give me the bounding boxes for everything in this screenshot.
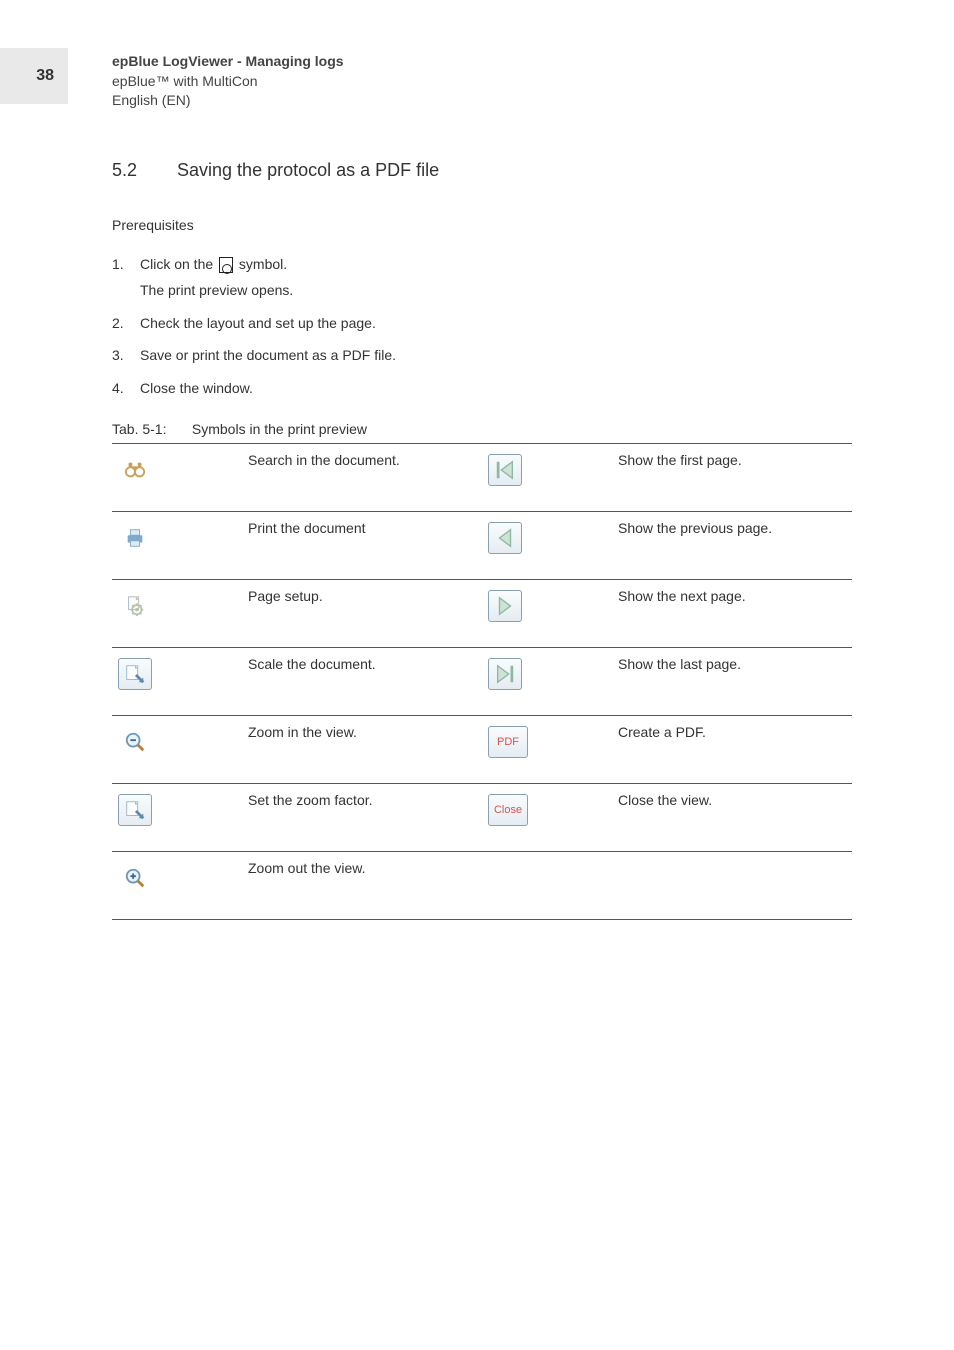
page-header: epBlue LogViewer - Managing logs epBlue™… [112, 52, 344, 111]
step-number: 3. [112, 344, 140, 366]
page-number: 38 [0, 48, 68, 104]
step-text: Close the window. [140, 377, 852, 399]
left-icon-cell [112, 443, 242, 511]
prerequisites-label: Prerequisites [112, 217, 852, 233]
left-desc-cell: Print the document [242, 511, 482, 579]
table-row: Print the document Show the previous page… [112, 511, 852, 579]
left-icon-cell [112, 647, 242, 715]
left-desc-cell: Search in the document. [242, 443, 482, 511]
scale-doc-icon [118, 658, 152, 690]
left-icon-cell [112, 511, 242, 579]
table-row: Zoom in the view.PDF Create a PDF. [112, 715, 852, 783]
right-desc-cell: Create a PDF. [612, 715, 852, 783]
step-2: 2. Check the layout and set up the page. [112, 312, 852, 334]
header-title: epBlue LogViewer - Managing logs [112, 52, 344, 72]
step-1: 1. Click on the symbol. The print previe… [112, 253, 852, 302]
step-3: 3. Save or print the document as a PDF f… [112, 344, 852, 366]
step-number: 2. [112, 312, 140, 334]
table-row: Scale the document. Show the last page. [112, 647, 852, 715]
zoom-factor-icon [118, 794, 152, 826]
zoom-out-icon [118, 862, 152, 894]
left-desc-cell: Page setup. [242, 579, 482, 647]
table-row: Page setup. Show the next page. [112, 579, 852, 647]
step-text: Check the layout and set up the page. [140, 312, 852, 334]
steps-list: 1. Click on the symbol. The print previe… [112, 253, 852, 399]
right-icon-cell [482, 443, 612, 511]
table-caption-label: Tab. 5-1: [112, 421, 188, 437]
pdf-button-icon: PDF [488, 726, 528, 758]
left-icon-cell [112, 579, 242, 647]
printer-icon [118, 522, 152, 554]
page: 38 epBlue LogViewer - Managing logs epBl… [0, 0, 954, 1350]
page-setup-icon [118, 590, 152, 622]
nav-next-icon [488, 590, 522, 622]
step-subtext: The print preview opens. [140, 279, 852, 301]
step-4: 4. Close the window. [112, 377, 852, 399]
right-icon-cell [482, 579, 612, 647]
magnify-page-icon [219, 257, 233, 273]
nav-last-icon [488, 658, 522, 690]
left-desc-cell: Set the zoom factor. [242, 783, 482, 851]
table-row: Zoom out the view. [112, 851, 852, 919]
left-desc-cell: Scale the document. [242, 647, 482, 715]
step-number: 4. [112, 377, 140, 399]
close-button-icon: Close [488, 794, 528, 826]
right-icon-cell [482, 647, 612, 715]
nav-first-icon [488, 454, 522, 486]
symbols-table: Search in the document. Show the first pa… [112, 443, 852, 920]
content: 5.2 Saving the protocol as a PDF file Pr… [112, 160, 852, 920]
table-row: Set the zoom factor.Close Close the view. [112, 783, 852, 851]
left-icon-cell [112, 851, 242, 919]
left-desc-cell: Zoom in the view. [242, 715, 482, 783]
right-icon-cell: Close [482, 783, 612, 851]
header-language: English (EN) [112, 91, 344, 111]
right-icon-cell: PDF [482, 715, 612, 783]
right-desc-cell: Show the first page. [612, 443, 852, 511]
left-icon-cell [112, 783, 242, 851]
table-row: Search in the document. Show the first pa… [112, 443, 852, 511]
nav-prev-icon [488, 522, 522, 554]
right-icon-cell [482, 511, 612, 579]
step-text: Save or print the document as a PDF file… [140, 344, 852, 366]
table-caption: Tab. 5-1: Symbols in the print preview [112, 421, 852, 437]
right-desc-cell [612, 851, 852, 919]
zoom-in-icon [118, 726, 152, 758]
section-title: Saving the protocol as a PDF file [177, 160, 439, 180]
left-desc-cell: Zoom out the view. [242, 851, 482, 919]
section-number: 5.2 [112, 160, 172, 181]
right-desc-cell: Close the view. [612, 783, 852, 851]
binoculars-icon [118, 454, 152, 486]
table-caption-text: Symbols in the print preview [192, 421, 367, 437]
step-text-after: symbol. [235, 256, 287, 272]
header-subtitle: epBlue™ with MultiCon [112, 72, 344, 92]
section-heading: 5.2 Saving the protocol as a PDF file [112, 160, 852, 181]
step-text: Click on the [140, 256, 217, 272]
step-number: 1. [112, 253, 140, 302]
right-desc-cell: Show the last page. [612, 647, 852, 715]
right-desc-cell: Show the next page. [612, 579, 852, 647]
left-icon-cell [112, 715, 242, 783]
right-icon-cell [482, 851, 612, 919]
right-desc-cell: Show the previous page. [612, 511, 852, 579]
